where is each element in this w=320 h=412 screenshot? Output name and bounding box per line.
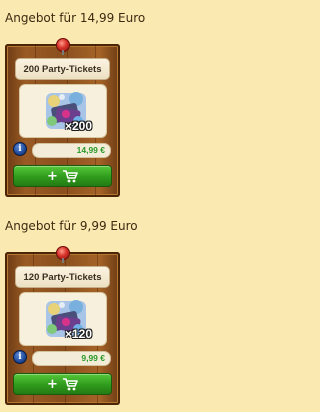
offer-item-box: ×120 [19,292,107,346]
plus-icon: + [47,376,58,392]
offer-price: 9,99 € [32,351,111,366]
offer-price: 14,99 € [32,143,111,158]
plus-icon: + [47,168,58,184]
buy-button[interactable]: + [13,165,112,187]
shopping-cart-icon [62,377,78,390]
offer-item-box: ×200 [19,84,107,138]
offer-heading: Angebot für 9,99 Euro [5,219,138,233]
shopping-cart-icon [62,169,78,182]
offer-card: 200 Party-Tickets ×200 i 14,99 € + [5,38,120,197]
offer-title: 200 Party-Tickets [23,63,102,75]
info-icon[interactable]: i [13,142,27,156]
offer-quantity: ×200 [64,119,92,133]
offer-title-plate: 120 Party-Tickets [15,266,110,288]
offer-card: 120 Party-Tickets ×120 i 9,99 € + [5,246,120,405]
buy-button[interactable]: + [13,373,112,395]
offer-title-plate: 200 Party-Tickets [15,58,110,80]
info-icon[interactable]: i [13,350,27,364]
offer-quantity: ×120 [64,327,92,341]
offer-heading: Angebot für 14,99 Euro [5,11,146,25]
pin-icon [56,246,70,263]
offer-title: 120 Party-Tickets [23,271,102,283]
pin-icon [56,38,70,55]
